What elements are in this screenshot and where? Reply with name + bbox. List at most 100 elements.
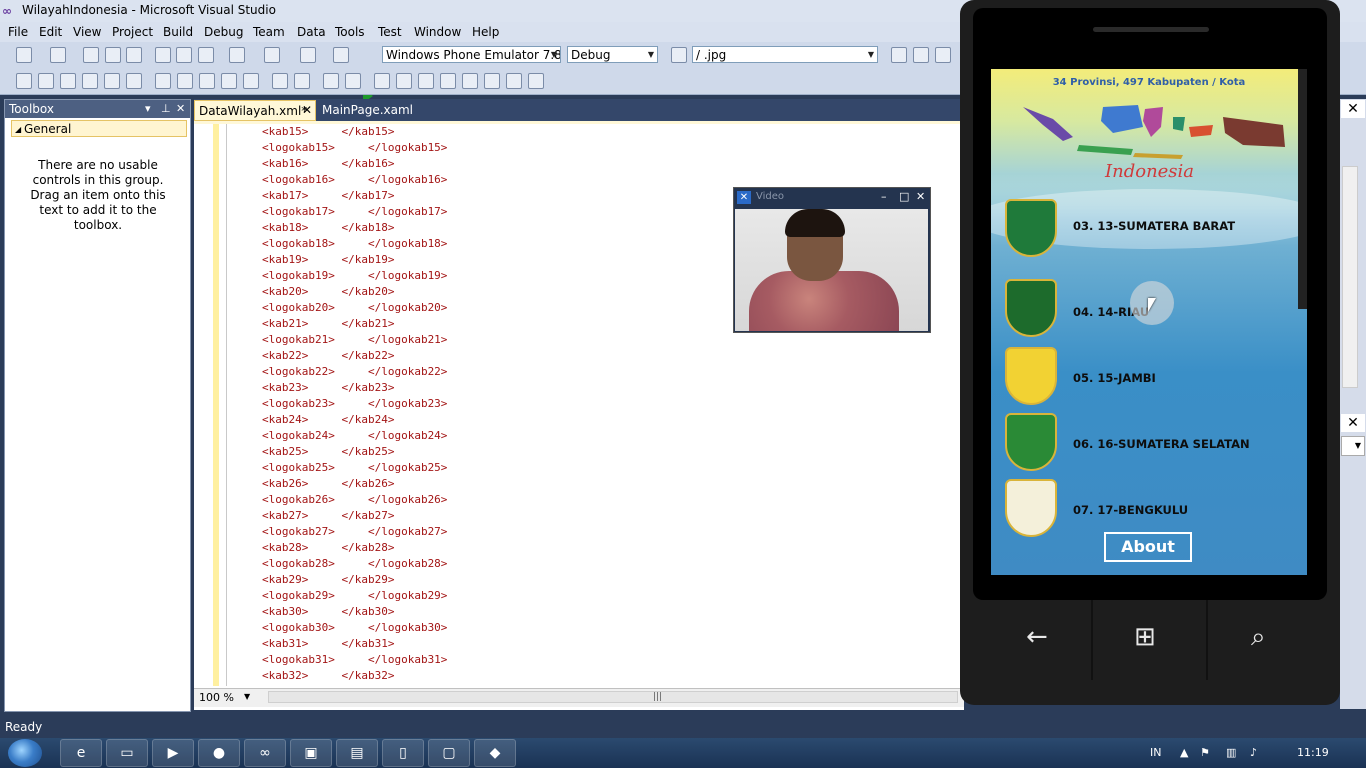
toolbar-icon[interactable] [294, 73, 310, 89]
show-hidden-icons-icon[interactable]: ▲ [1180, 746, 1188, 759]
find-in-files-icon[interactable] [671, 47, 687, 63]
code-line[interactable]: <kab17> </kab17> [262, 188, 447, 204]
code-line[interactable]: <kab30> </kab30> [262, 604, 447, 620]
list-item[interactable]: 05. 15-JAMBI [991, 345, 1307, 407]
back-arrow-icon[interactable]: ← [1026, 622, 1048, 652]
code-line[interactable]: <logokab19> </logokab19> [262, 268, 447, 284]
object-browser-icon[interactable] [935, 47, 951, 63]
volume-icon[interactable]: ♪ [1250, 746, 1257, 759]
code-line[interactable]: <kab18> </kab18> [262, 220, 447, 236]
emulator-side-toolbar[interactable] [1298, 69, 1307, 309]
bookmark-icon[interactable] [506, 73, 522, 89]
menu-view[interactable]: View [73, 25, 101, 39]
code-line[interactable]: <kab27> </kab27> [262, 508, 447, 524]
redo-icon[interactable] [264, 47, 280, 63]
bookmark-icon[interactable] [418, 73, 434, 89]
menu-project[interactable]: Project [112, 25, 153, 39]
toolbar-icon[interactable] [155, 73, 171, 89]
toolbar-icon[interactable] [221, 73, 237, 89]
close-icon[interactable]: ✕ [1341, 100, 1365, 118]
properties-icon[interactable] [913, 47, 929, 63]
code-line[interactable]: <logokab16> </logokab16> [262, 172, 447, 188]
toolbar-icon[interactable] [82, 73, 98, 89]
phone-icon[interactable]: ▯ [382, 739, 424, 767]
code-line[interactable]: <kab31> </kab31> [262, 636, 447, 652]
uncomment-icon[interactable] [345, 73, 361, 89]
code-line[interactable]: <logokab20> </logokab20> [262, 300, 447, 316]
menu-data[interactable]: Data [297, 25, 326, 39]
toolbar-icon[interactable] [104, 73, 120, 89]
save-icon[interactable] [105, 47, 121, 63]
maximize-icon[interactable]: □ [899, 190, 909, 203]
menu-file[interactable]: File [8, 25, 28, 39]
cut-icon[interactable] [155, 47, 171, 63]
menu-debug[interactable]: Debug [204, 25, 243, 39]
navigate-forward-icon[interactable] [333, 47, 349, 63]
menu-tools[interactable]: Tools [335, 25, 365, 39]
pin-icon[interactable]: ⊥ [161, 102, 171, 115]
bookmark-icon[interactable] [462, 73, 478, 89]
code-line[interactable]: <logokab29> </logokab29> [262, 588, 447, 604]
code-line[interactable]: <logokab27> </logokab27> [262, 524, 447, 540]
menu-window[interactable]: Window [414, 25, 461, 39]
code-line[interactable]: <logokab25> </logokab25> [262, 460, 447, 476]
code-line[interactable]: <kab15> </kab15> [262, 124, 447, 140]
windows-start-icon[interactable]: ⊞ [1134, 622, 1156, 652]
code-line[interactable]: <kab16> </kab16> [262, 156, 447, 172]
toolbar-icon[interactable] [60, 73, 76, 89]
code-line[interactable]: <kab23> </kab23> [262, 380, 447, 396]
close-icon[interactable]: ✕ [916, 190, 925, 203]
close-icon[interactable]: ✕ [176, 102, 185, 115]
language-indicator[interactable]: IN [1150, 746, 1161, 759]
properties-dropdown[interactable]: ▼ [1341, 436, 1365, 456]
paste-icon[interactable] [198, 47, 214, 63]
start-button-icon[interactable] [8, 739, 42, 767]
copy-icon[interactable] [176, 47, 192, 63]
code-line[interactable]: <kab28> </kab28> [262, 540, 447, 556]
configuration-dropdown[interactable]: Debug ▼ [567, 46, 658, 63]
code-line[interactable]: <logokab24> </logokab24> [262, 428, 447, 444]
search-icon[interactable]: ⌕ [1251, 622, 1266, 653]
about-button[interactable]: About [1104, 532, 1192, 562]
menu-help[interactable]: Help [472, 25, 499, 39]
media-player-icon[interactable]: ▶ [152, 739, 194, 767]
code-line[interactable]: <kab24> </kab24> [262, 412, 447, 428]
firefox-icon[interactable]: ● [198, 739, 240, 767]
horizontal-scrollbar[interactable]: ||| [268, 691, 958, 703]
list-item[interactable]: 03. 13-SUMATERA BARAT [991, 197, 1307, 259]
code-line[interactable]: <kab29> </kab29> [262, 572, 447, 588]
code-line[interactable]: <kab32> </kab32> [262, 668, 447, 684]
minimize-icon[interactable]: – [881, 190, 887, 203]
save-all-icon[interactable] [126, 47, 142, 63]
toolbar-icon[interactable] [126, 73, 142, 89]
visual-studio-icon[interactable]: ∞ [244, 739, 286, 767]
chevron-down-icon[interactable]: ▼ [244, 692, 250, 701]
window-icon[interactable]: ▤ [336, 739, 378, 767]
bookmark-icon[interactable] [396, 73, 412, 89]
toolbar-icon[interactable] [199, 73, 215, 89]
vertical-scrollbar[interactable] [1342, 166, 1358, 388]
tab-mainpage-xaml[interactable]: MainPage.xaml [322, 103, 413, 117]
new-project-icon[interactable] [16, 47, 32, 63]
close-icon[interactable]: ✕ [1341, 414, 1365, 432]
bookmark-icon[interactable] [484, 73, 500, 89]
clock[interactable]: 11:19 [1297, 746, 1329, 759]
code-line[interactable]: <kab20> </kab20> [262, 284, 447, 300]
bookmark-icon[interactable] [440, 73, 456, 89]
bookmark-icon[interactable] [528, 73, 544, 89]
toolbar-icon[interactable] [177, 73, 193, 89]
code-line[interactable]: <logokab31> </logokab31> [262, 652, 447, 668]
code-line[interactable]: <logokab22> </logokab22> [262, 364, 447, 380]
toolbar-icon[interactable] [243, 73, 259, 89]
bookmark-icon[interactable] [374, 73, 390, 89]
zoom-level[interactable]: 100 % [199, 691, 234, 704]
code-line[interactable]: <kab19> </kab19> [262, 252, 447, 268]
navigate-backward-icon[interactable] [300, 47, 316, 63]
code-line[interactable]: <logokab15> </logokab15> [262, 140, 447, 156]
code-line[interactable]: <logokab28> </logokab28> [262, 556, 447, 572]
code-line[interactable]: <logokab18> </logokab18> [262, 236, 447, 252]
code-line[interactable]: <kab26> </kab26> [262, 476, 447, 492]
list-item[interactable]: 06. 16-SUMATERA SELATAN [991, 411, 1307, 473]
close-icon[interactable]: ✕ [302, 103, 312, 117]
add-item-icon[interactable] [50, 47, 66, 63]
